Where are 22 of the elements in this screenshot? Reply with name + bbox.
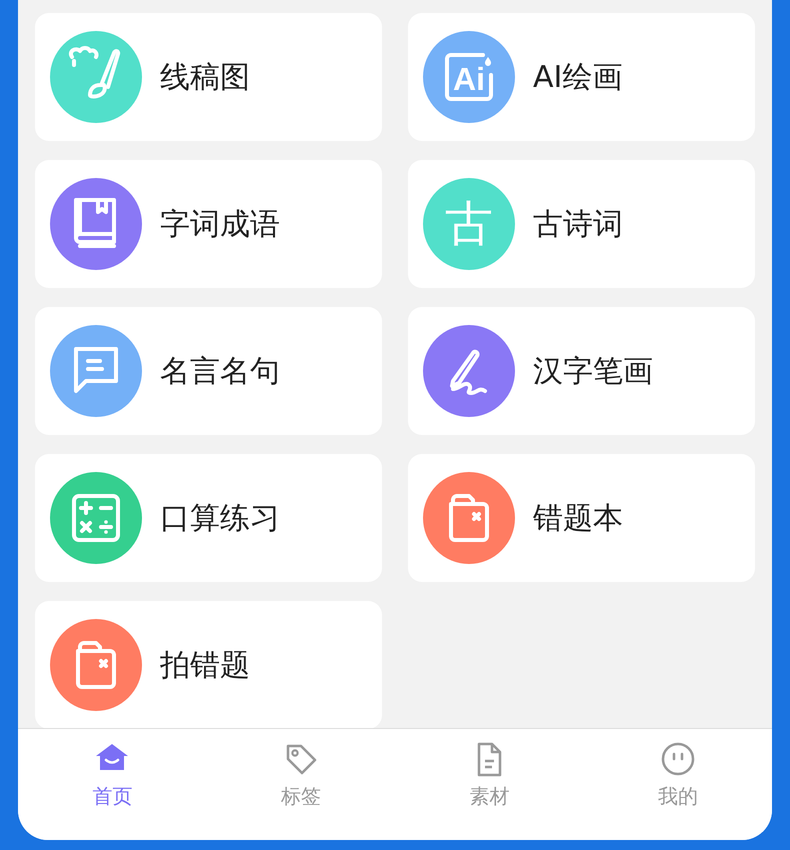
smiley-icon — [660, 741, 696, 777]
feature-label: 古诗词 — [533, 206, 623, 244]
tab-item[interactable]: 首页 — [18, 741, 206, 809]
feature-label: 拍错题 — [160, 646, 250, 684]
ai-icon: Ai — [423, 31, 515, 123]
feature-card[interactable]: 古 古诗词 — [408, 160, 755, 288]
feature-card[interactable]: 口算练习 — [35, 454, 382, 582]
feature-card[interactable]: 拍错题 — [35, 601, 382, 729]
feature-label: 错题本 — [533, 500, 623, 538]
feature-label: 口算练习 — [160, 500, 280, 538]
feature-card[interactable]: Ai AI绘画 — [408, 13, 755, 141]
feature-label: AI绘画 — [533, 58, 622, 96]
feature-card[interactable]: 线稿图 — [35, 13, 382, 141]
feature-card[interactable]: 汉字笔画 — [408, 307, 755, 435]
feature-label: 字词成语 — [160, 206, 280, 244]
glyph-icon: 古 — [423, 178, 515, 270]
feature-label: 线稿图 — [160, 58, 250, 96]
feature-card[interactable]: 名言名句 — [35, 307, 382, 435]
feature-card[interactable]: 字词成语 — [35, 160, 382, 288]
feature-label: 汉字笔画 — [533, 352, 653, 390]
feature-label: 名言名句 — [160, 352, 280, 390]
feature-card[interactable]: 错题本 — [408, 454, 755, 582]
